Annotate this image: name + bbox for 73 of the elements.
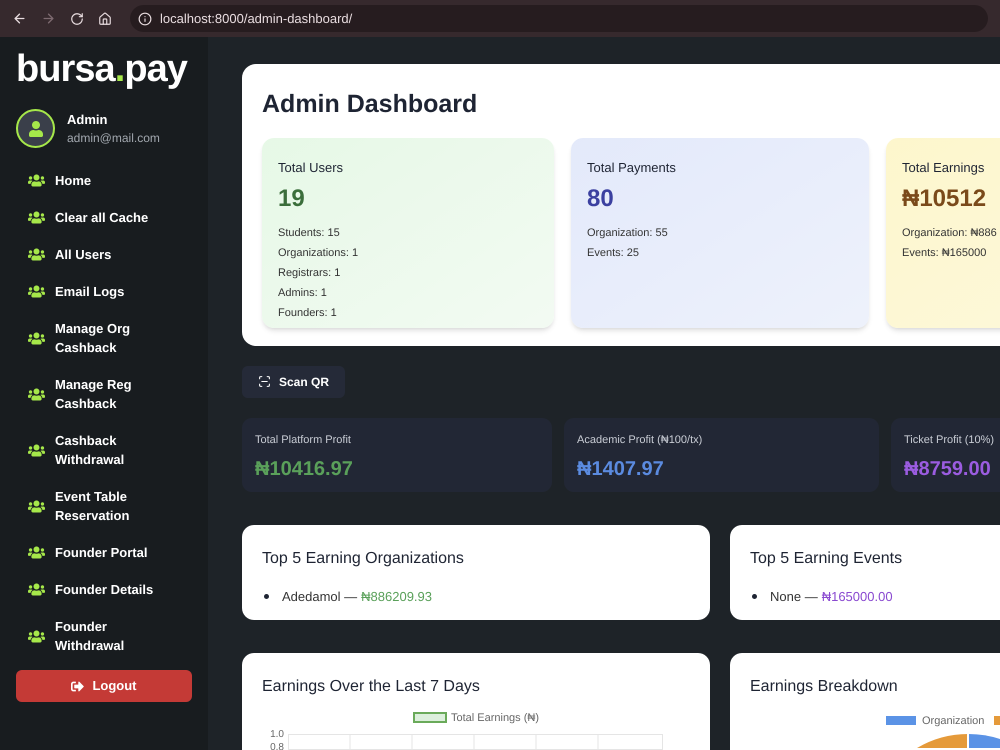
scan-icon <box>258 375 271 388</box>
users-icon <box>28 581 45 598</box>
stat-title: Total Earnings <box>902 158 986 177</box>
legend-label: Organization <box>922 714 984 728</box>
scan-qr-button[interactable]: Scan QR <box>242 366 346 398</box>
users-icon <box>28 544 45 561</box>
url-text: localhost:8000/admin-dashboard/ <box>160 10 352 28</box>
user-icon <box>28 120 44 136</box>
axis-tick: 0.8 <box>270 741 284 750</box>
page-title: Admin Dashboard <box>262 89 478 120</box>
sidebar-item[interactable]: All Users <box>16 236 192 273</box>
sidebar-item[interactable]: Manage Reg Cashback <box>16 366 192 422</box>
list-item-name: None — <box>770 588 818 606</box>
back-icon[interactable] <box>12 11 27 26</box>
stat-detail: Students: 15 <box>278 226 341 241</box>
card-title: Earnings Breakdown <box>750 676 899 696</box>
user-name: Admin <box>67 110 108 129</box>
stat-detail: Events: ₦165000 <box>902 246 988 261</box>
profit-value: ₦8759.00 <box>904 457 992 482</box>
users-icon <box>28 330 45 346</box>
users-icon <box>28 386 45 402</box>
sidebar-item[interactable]: Home <box>16 162 192 199</box>
legend-swatch <box>412 712 447 724</box>
sidebar-item[interactable]: Email Logs <box>16 273 192 310</box>
users-icon <box>28 283 45 300</box>
users-icon <box>28 498 45 514</box>
users-icon <box>28 209 45 226</box>
card-title: Earnings Over the Last 7 Days <box>262 676 481 696</box>
stat-detail: Registrars: 1 <box>278 266 342 281</box>
list-item-amount: ₦165000.00 <box>822 588 893 606</box>
users-icon <box>28 442 45 458</box>
profit-value: ₦1407.97 <box>577 457 665 482</box>
stat-detail: Admins: 1 <box>278 286 328 301</box>
stat-detail: Events: 25 <box>587 246 640 261</box>
stat-detail: Organizations: 1 <box>278 246 360 261</box>
reload-icon[interactable] <box>70 12 84 26</box>
card-title: Top 5 Earning Events <box>750 548 904 568</box>
sidebar-item[interactable]: Founder Withdrawal <box>16 608 192 664</box>
stat-detail: Organization: ₦886 <box>902 226 998 241</box>
bullet-icon <box>752 594 757 599</box>
stat-detail: Founders: 1 <box>278 306 338 321</box>
sidebar-item[interactable]: Cashback Withdrawal <box>16 422 192 478</box>
legend-label: Total Earnings (₦) <box>450 710 540 726</box>
sidebar-item[interactable]: Founder Portal <box>16 534 192 571</box>
address-bar[interactable]: localhost:8000/admin-dashboard/ <box>130 5 988 32</box>
stat-value: 19 <box>278 184 306 214</box>
users-icon <box>28 246 45 263</box>
card-title: Top 5 Earning Organizations <box>262 548 465 568</box>
sidebar-item[interactable]: Founder Details <box>16 571 192 608</box>
home-icon[interactable] <box>98 12 112 26</box>
info-icon[interactable] <box>138 12 152 26</box>
bullet-icon <box>264 594 269 599</box>
sidebar-item[interactable]: Clear all Cache <box>16 199 192 236</box>
stat-title: Total Payments <box>587 158 677 177</box>
logout-button[interactable]: Logout <box>16 670 192 702</box>
list-item-amount: ₦886209.93 <box>361 588 432 606</box>
stat-value: ₦10512 <box>902 184 988 214</box>
stat-value: 80 <box>587 184 615 214</box>
users-icon <box>28 628 45 644</box>
profit-label: Total Platform Profit <box>255 432 352 448</box>
stat-detail: Organization: 55 <box>587 226 669 241</box>
user-email: admin@mail.com <box>67 130 160 148</box>
sidebar-item[interactable]: Event Table Reservation <box>16 478 192 534</box>
profit-value: ₦10416.97 <box>255 457 354 482</box>
profit-label: Ticket Profit (10%) <box>904 432 996 448</box>
list-item-name: Adedamol — <box>282 588 358 606</box>
profit-label: Academic Profit (₦100/tx) <box>577 432 704 448</box>
axis-tick: 1.0 <box>270 728 284 741</box>
logo: bursa.pay <box>16 49 188 89</box>
users-icon <box>28 172 45 189</box>
stat-title: Total Users <box>278 158 344 176</box>
sidebar-item[interactable]: Manage Org Cashback <box>16 310 192 366</box>
logout-icon <box>71 680 84 692</box>
